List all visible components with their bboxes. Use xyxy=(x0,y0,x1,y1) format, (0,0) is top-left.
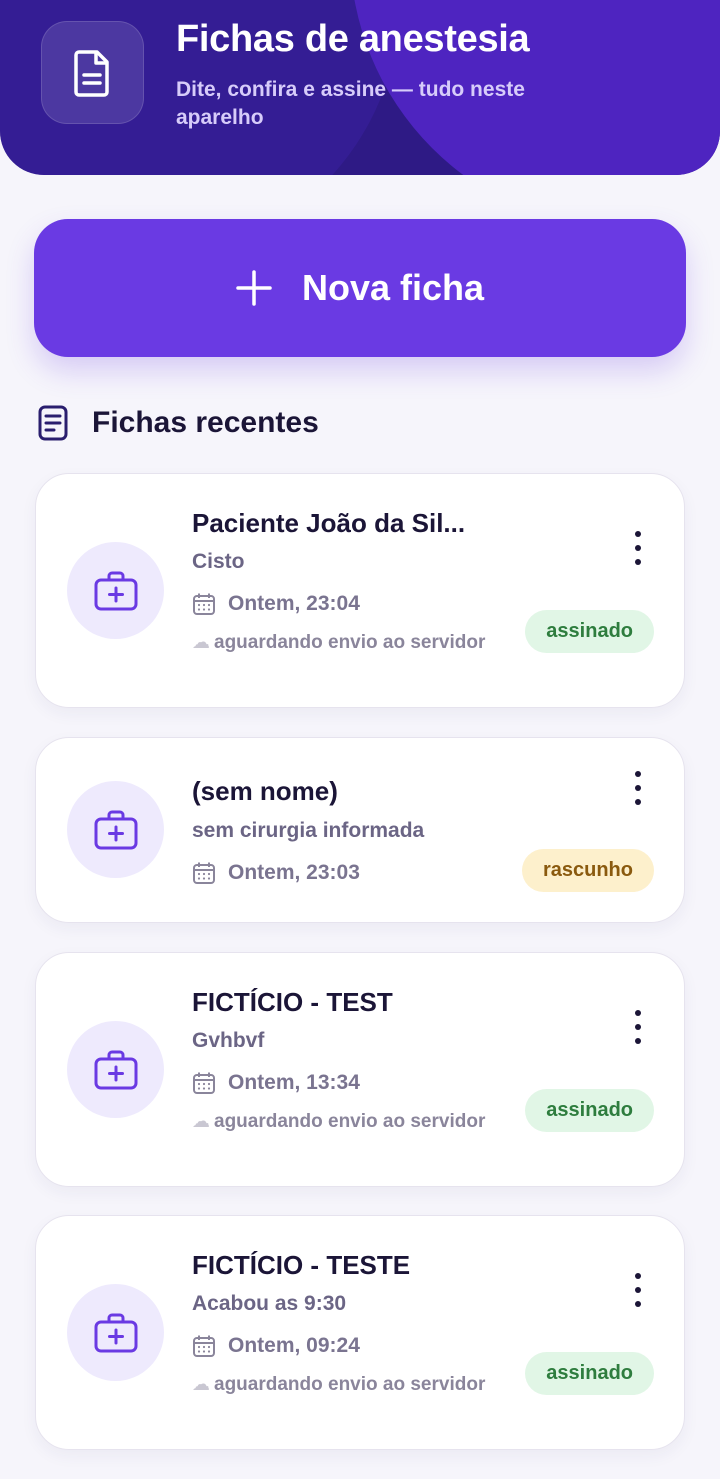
status-badge: assinado xyxy=(525,1089,654,1132)
card-date: Ontem, 13:34 xyxy=(192,1071,360,1095)
plus-icon xyxy=(236,270,272,306)
card-surgery: Gvhbvf xyxy=(192,1029,265,1052)
card-sync-text: aguardando envio ao servidor xyxy=(214,632,486,653)
record-card[interactable]: Paciente João da Sil... Cisto Ontem, 23:… xyxy=(35,473,685,708)
card-avatar xyxy=(67,1284,164,1381)
record-card[interactable]: (sem nome) sem cirurgia informada Ontem,… xyxy=(35,737,685,923)
cloud-icon: ☁ xyxy=(192,1111,210,1131)
card-date-text: Ontem, 23:04 xyxy=(228,592,360,615)
card-sync-status: ☁ aguardando envio ao servidor xyxy=(192,1372,492,1397)
card-date: Ontem, 09:24 xyxy=(192,1334,360,1358)
card-sync-status: ☁ aguardando envio ao servidor xyxy=(192,1109,492,1134)
section-title: Fichas recentes xyxy=(92,406,319,439)
recent-section-header: Fichas recentes xyxy=(38,405,319,441)
more-vertical-icon[interactable] xyxy=(628,771,648,805)
status-badge: rascunho xyxy=(521,849,654,892)
record-card[interactable]: FICTÍCIO - TESTE Acabou as 9:30 Ontem, 0… xyxy=(35,1215,685,1450)
medical-case-icon xyxy=(94,571,137,610)
card-patient-name: Paciente João da Sil... xyxy=(192,508,466,538)
status-badge: assinado xyxy=(525,1352,654,1395)
card-avatar xyxy=(67,1021,164,1118)
calendar-icon xyxy=(193,593,215,615)
medical-case-icon xyxy=(94,810,137,849)
list-document-icon xyxy=(38,405,68,441)
calendar-icon xyxy=(193,1072,215,1094)
card-patient-name: (sem nome) xyxy=(192,776,338,806)
more-vertical-icon[interactable] xyxy=(628,1273,648,1307)
card-date: Ontem, 23:04 xyxy=(192,592,360,616)
card-date: Ontem, 23:03 xyxy=(192,861,360,885)
card-surgery: sem cirurgia informada xyxy=(192,819,425,842)
record-card[interactable]: FICTÍCIO - TEST Gvhbvf Ontem, 13:34 ☁ agu… xyxy=(35,952,685,1187)
card-date-text: Ontem, 23:03 xyxy=(228,861,360,884)
card-sync-text: aguardando envio ao servidor xyxy=(214,1111,486,1132)
card-surgery: Acabou as 9:30 xyxy=(192,1292,347,1315)
card-avatar xyxy=(67,542,164,639)
new-record-button[interactable]: Nova ficha xyxy=(34,219,686,357)
medical-case-icon xyxy=(94,1313,137,1352)
page-subtitle: Dite, confira e assine — tudo neste apar… xyxy=(176,78,525,129)
card-patient-name: FICTÍCIO - TEST xyxy=(192,987,393,1017)
status-badge: assinado xyxy=(525,610,654,653)
app-header: Fichas de anestesia Dite, confira e assi… xyxy=(0,0,720,175)
page-title: Fichas de anestesia xyxy=(176,18,530,60)
document-icon xyxy=(41,21,144,124)
cloud-icon: ☁ xyxy=(192,632,210,652)
card-sync-status: ☁ aguardando envio ao servidor xyxy=(192,630,492,655)
medical-case-icon xyxy=(94,1050,137,1089)
more-vertical-icon[interactable] xyxy=(628,1010,648,1044)
calendar-icon xyxy=(193,1335,215,1357)
more-vertical-icon[interactable] xyxy=(628,531,648,565)
card-patient-name: FICTÍCIO - TESTE xyxy=(192,1250,411,1280)
cloud-icon: ☁ xyxy=(192,1374,210,1394)
calendar-icon xyxy=(193,862,215,884)
card-surgery: Cisto xyxy=(192,550,245,573)
card-date-text: Ontem, 13:34 xyxy=(228,1071,360,1094)
card-avatar xyxy=(67,781,164,878)
card-sync-text: aguardando envio ao servidor xyxy=(214,1374,486,1395)
card-date-text: Ontem, 09:24 xyxy=(228,1334,360,1357)
new-record-label: Nova ficha xyxy=(301,267,485,308)
